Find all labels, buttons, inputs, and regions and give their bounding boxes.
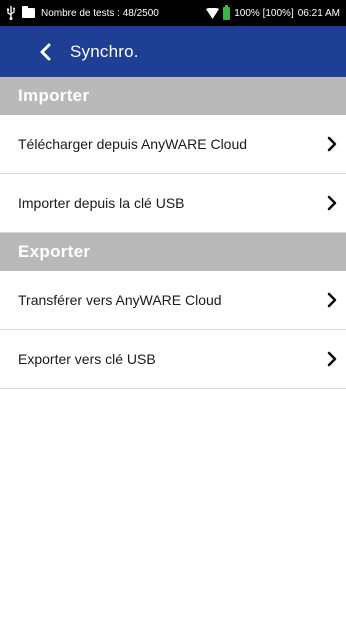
chevron-right-icon	[326, 136, 338, 152]
menu-item-label: Exporter vers clé USB	[18, 351, 156, 367]
section-header-importer: Importer	[0, 77, 346, 115]
menu-item-label: Transférer vers AnyWARE Cloud	[18, 292, 222, 308]
menu-item-label: Télécharger depuis AnyWARE Cloud	[18, 136, 248, 152]
status-bar-left: Nombre de tests : 48/2500	[6, 6, 159, 20]
menu-item-label: Importer depuis la clé USB	[18, 195, 185, 211]
folder-icon	[22, 6, 35, 18]
clock-text: 06:21 AM	[297, 7, 340, 19]
menu-item-download-anyware-cloud[interactable]: Télécharger depuis AnyWARE Cloud	[0, 115, 346, 174]
menu-item-export-usb[interactable]: Exporter vers clé USB	[0, 330, 346, 389]
tests-count-text: Nombre de tests : 48/2500	[41, 7, 159, 19]
wifi-icon	[206, 7, 220, 19]
status-bar-right: 100% [100%] 06:21 AM	[206, 4, 340, 20]
battery-text: 100% [100%]	[234, 7, 294, 19]
chevron-right-icon	[326, 195, 338, 211]
sync-screen: Nombre de tests : 48/2500 100% [100%] 06…	[0, 0, 346, 619]
chevron-right-icon	[326, 292, 338, 308]
section-title: Importer	[18, 86, 90, 105]
app-bar: Synchro.	[0, 26, 346, 77]
menu-item-import-usb[interactable]: Importer depuis la clé USB	[0, 174, 346, 233]
battery-icon	[223, 4, 231, 20]
chevron-right-icon	[326, 351, 338, 367]
section-title: Exporter	[18, 242, 91, 261]
usb-icon	[6, 6, 16, 20]
menu-item-transfer-anyware-cloud[interactable]: Transférer vers AnyWARE Cloud	[0, 271, 346, 330]
section-header-exporter: Exporter	[0, 233, 346, 271]
status-bar: Nombre de tests : 48/2500 100% [100%] 06…	[0, 0, 346, 26]
page-title: Synchro.	[70, 41, 139, 61]
chevron-left-icon[interactable]	[38, 43, 52, 61]
